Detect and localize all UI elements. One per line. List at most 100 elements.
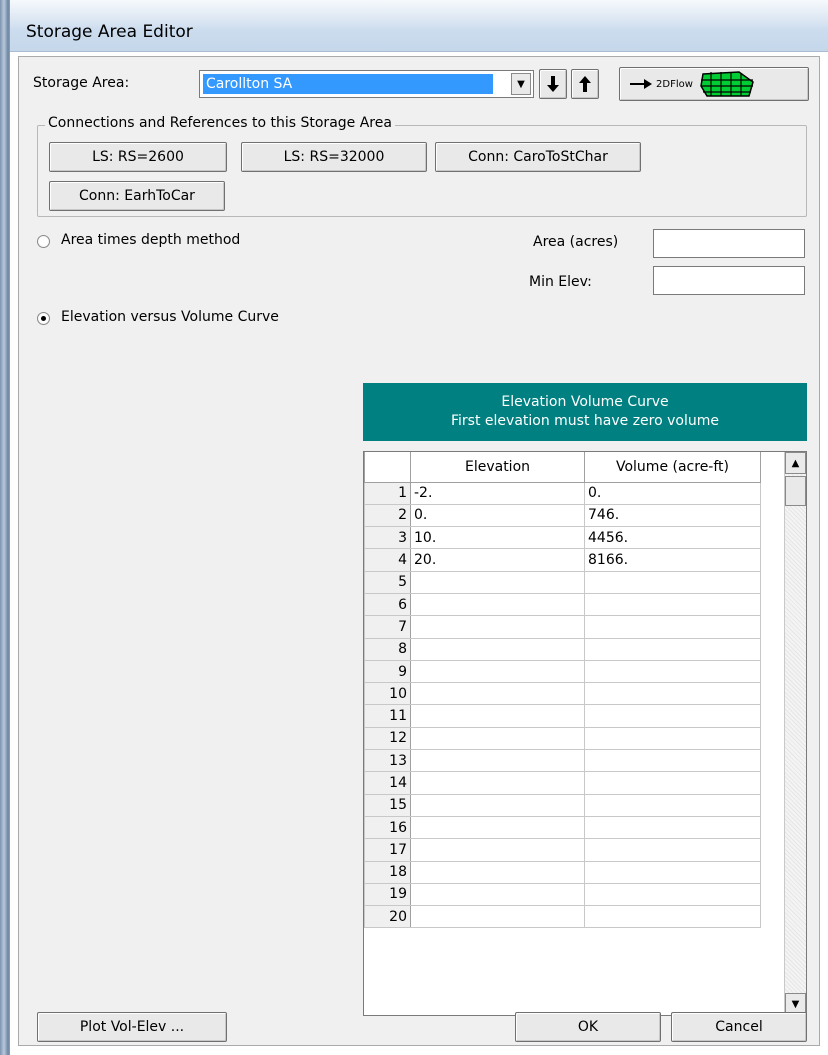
volume-cell[interactable] (584, 592, 761, 617)
table-row[interactable]: 16 (364, 815, 761, 840)
column-header-elevation[interactable]: Elevation (410, 452, 585, 483)
volume-cell[interactable]: 4456. (584, 526, 761, 550)
elevation-volume-label: Elevation versus Volume Curve (61, 309, 279, 325)
arrow-down-icon (547, 76, 559, 92)
area-times-depth-radio[interactable] (37, 235, 50, 248)
title-bar[interactable]: Storage Area Editor (10, 0, 828, 52)
table-row[interactable]: 2 0. 746. (364, 503, 761, 528)
volume-cell[interactable] (584, 615, 761, 639)
table-row[interactable]: 6 (364, 592, 761, 617)
cancel-button[interactable]: Cancel (671, 1012, 807, 1042)
table-row[interactable]: 18 (364, 860, 761, 884)
elevation-cell[interactable] (410, 771, 585, 795)
area-acres-input[interactable] (653, 229, 805, 258)
volume-cell[interactable] (584, 905, 761, 929)
table-row[interactable]: 9 (364, 659, 761, 684)
column-header-volume[interactable]: Volume (acre-ft) (584, 452, 761, 483)
ok-button[interactable]: OK (515, 1012, 661, 1042)
table-row[interactable]: 15 (364, 793, 761, 817)
chevron-down-icon[interactable]: ▼ (511, 73, 531, 95)
volume-cell[interactable]: 746. (584, 503, 761, 528)
volume-cell[interactable]: 0. (584, 481, 761, 505)
table-row[interactable]: 20 (364, 905, 761, 929)
elevation-cell[interactable] (410, 682, 585, 706)
table-row[interactable]: 3 10. 4456. (364, 526, 761, 550)
elevation-cell[interactable] (410, 592, 585, 617)
scroll-thumb[interactable] (785, 476, 806, 506)
connection-button-ls-rs-2600[interactable]: LS: RS=2600 (49, 142, 227, 172)
connection-button-carotostchar[interactable]: Conn: CaroToStChar (435, 142, 641, 172)
row-number: 9 (364, 659, 411, 684)
table-header-row: Elevation Volume (acre-ft) (364, 452, 761, 483)
row-number: 20 (364, 905, 411, 929)
volume-cell[interactable] (584, 637, 761, 661)
curve-data-table: Elevation Volume (acre-ft) 1 -2. 0. 2 0. 746.… (364, 452, 761, 929)
elevation-volume-table[interactable]: Elevation Volume (acre-ft) 1 -2. 0. 2 0. 746.… (363, 451, 807, 1016)
elevation-cell[interactable] (410, 726, 585, 751)
table-row[interactable]: 4 20. 8166. (364, 548, 761, 572)
volume-cell[interactable] (584, 771, 761, 795)
elevation-cell[interactable]: 0. (410, 503, 585, 528)
scroll-up-icon[interactable]: ▲ (785, 452, 806, 474)
table-row[interactable]: 11 (364, 704, 761, 728)
plot-vol-elev-button[interactable]: Plot Vol-Elev ... (37, 1012, 227, 1042)
table-row[interactable]: 13 (364, 749, 761, 773)
volume-cell[interactable] (584, 726, 761, 751)
elevation-cell[interactable] (410, 793, 585, 817)
row-number: 4 (364, 548, 411, 572)
row-number: 18 (364, 860, 411, 884)
table-row[interactable]: 19 (364, 882, 761, 907)
volume-cell[interactable] (584, 838, 761, 862)
connection-button-ls-rs-32000[interactable]: LS: RS=32000 (241, 142, 427, 172)
elevation-cell[interactable] (410, 615, 585, 639)
table-row[interactable]: 8 (364, 637, 761, 661)
table-vertical-scrollbar[interactable]: ▲ ▼ (784, 452, 806, 1015)
elevation-cell[interactable]: -2. (410, 481, 585, 505)
row-number: 7 (364, 615, 411, 639)
table-row[interactable]: 7 (364, 615, 761, 639)
area-acres-label: Area (acres) (533, 234, 619, 250)
elevation-cell[interactable] (410, 905, 585, 929)
2dflow-button[interactable]: 2DFlow (619, 67, 809, 101)
elevation-cell[interactable]: 10. (410, 526, 585, 550)
connection-button-earhtocar[interactable]: Conn: EarhToCar (49, 181, 225, 211)
table-row[interactable]: 1 -2. 0. (364, 481, 761, 505)
move-down-button[interactable] (539, 69, 567, 99)
row-number: 10 (364, 682, 411, 706)
row-number: 12 (364, 726, 411, 751)
dialog-client-area: Storage Area: Carollton SA ▼ 2DFlow Conn… (18, 56, 820, 1046)
table-row[interactable]: 14 (364, 771, 761, 795)
elevation-cell[interactable] (410, 860, 585, 884)
window-title: Storage Area Editor (26, 22, 193, 42)
elevation-cell[interactable] (410, 570, 585, 594)
volume-cell[interactable] (584, 659, 761, 684)
volume-cell[interactable] (584, 704, 761, 728)
table-row[interactable]: 17 (364, 838, 761, 862)
table-row[interactable]: 10 (364, 682, 761, 706)
elevation-cell[interactable] (410, 749, 585, 773)
elevation-volume-radio[interactable] (37, 312, 50, 325)
volume-cell[interactable] (584, 570, 761, 594)
row-number: 17 (364, 838, 411, 862)
volume-cell[interactable] (584, 682, 761, 706)
storage-area-combobox[interactable]: Carollton SA ▼ (199, 70, 534, 98)
min-elev-input[interactable] (653, 266, 805, 295)
elevation-cell[interactable]: 20. (410, 548, 585, 572)
row-number: 5 (364, 570, 411, 594)
row-number-header (364, 452, 411, 483)
elevation-cell[interactable] (410, 882, 585, 907)
volume-cell[interactable] (584, 749, 761, 773)
volume-cell[interactable] (584, 882, 761, 907)
elevation-cell[interactable] (410, 815, 585, 840)
elevation-cell[interactable] (410, 659, 585, 684)
volume-cell[interactable]: 8166. (584, 548, 761, 572)
elevation-cell[interactable] (410, 838, 585, 862)
volume-cell[interactable] (584, 793, 761, 817)
move-up-button[interactable] (571, 69, 599, 99)
elevation-cell[interactable] (410, 637, 585, 661)
volume-cell[interactable] (584, 860, 761, 884)
volume-cell[interactable] (584, 815, 761, 840)
table-row[interactable]: 5 (364, 570, 761, 594)
elevation-cell[interactable] (410, 704, 585, 728)
table-row[interactable]: 12 (364, 726, 761, 751)
